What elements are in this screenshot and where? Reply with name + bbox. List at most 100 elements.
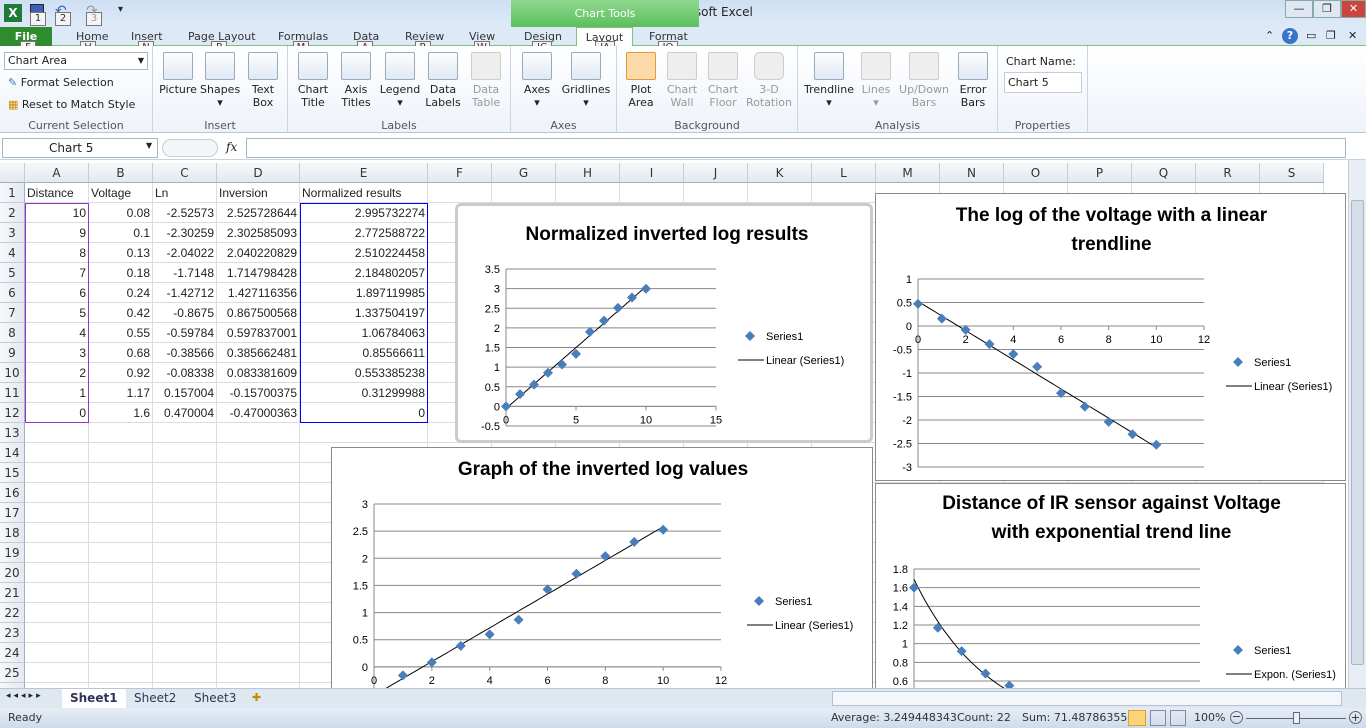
sheet-tab-sheet1[interactable]: Sheet1 [62,689,126,708]
workbook-minimize-icon[interactable]: ▭ [1306,29,1316,42]
zoom-out-button[interactable]: − [1230,711,1243,724]
cell[interactable] [492,183,556,203]
cell[interactable] [25,523,89,543]
cell[interactable] [153,423,217,443]
cell[interactable] [217,443,300,463]
cell[interactable] [25,603,89,623]
cell[interactable] [89,643,153,663]
cell[interactable] [25,443,89,463]
cell-B5[interactable]: 0.18 [89,263,153,283]
cell[interactable] [25,643,89,663]
row-header[interactable]: 17 [0,503,25,523]
row-header[interactable]: 11 [0,383,25,403]
vertical-scrollbar[interactable] [1348,160,1366,688]
column-header-D[interactable]: D [217,163,300,183]
cell-D6[interactable]: 1.427116356 [217,283,300,303]
cell[interactable] [25,423,89,443]
cell[interactable] [217,623,300,643]
row-header[interactable]: 16 [0,483,25,503]
insert-function-icon[interactable]: fx [226,140,237,154]
column-header-H[interactable]: H [556,163,620,183]
cell[interactable] [748,183,812,203]
cell-B1[interactable]: Voltage [89,183,153,203]
column-header-C[interactable]: C [153,163,217,183]
column-header-M[interactable]: M [876,163,940,183]
gridlines-button[interactable]: Gridlines ▾ [559,52,613,109]
cell[interactable] [25,503,89,523]
axis-titles-button[interactable]: Axis Titles [336,52,376,109]
row-header[interactable]: 21 [0,583,25,603]
3d-rotation-button[interactable]: 3-D Rotation [744,52,794,109]
column-header-E[interactable]: E [300,163,428,183]
row-header[interactable]: 20 [0,563,25,583]
zoom-in-button[interactable]: + [1349,711,1362,724]
cell[interactable] [89,583,153,603]
cell[interactable] [25,543,89,563]
row-header[interactable]: 2 [0,203,25,223]
cell[interactable] [25,483,89,503]
cell[interactable] [153,603,217,623]
chart-2[interactable]: Graph of the inverted log values-0.500.5… [331,447,873,688]
chart-1[interactable]: Normalized inverted log results -0.5 0 0.5 1… [455,203,873,443]
cell[interactable] [153,443,217,463]
cell[interactable] [153,663,217,683]
cell-C11[interactable]: 0.157004 [153,383,217,403]
row-header[interactable]: 7 [0,303,25,323]
error-bars-button[interactable]: Error Bars [953,52,993,109]
cell-C4[interactable]: -2.04022 [153,243,217,263]
normal-view-icon[interactable] [1128,710,1146,726]
chart-name-input[interactable]: Chart 5 [1004,72,1082,93]
cell-B2[interactable]: 0.08 [89,203,153,223]
legend-button[interactable]: Legend ▾ [378,52,422,109]
name-box[interactable]: Chart 5 [2,138,158,158]
cell[interactable] [89,563,153,583]
cell[interactable] [217,643,300,663]
cell-D5[interactable]: 1.714798428 [217,263,300,283]
cell[interactable] [153,523,217,543]
cell-B11[interactable]: 1.17 [89,383,153,403]
cell[interactable] [89,623,153,643]
cell[interactable] [89,423,153,443]
cell-B7[interactable]: 0.42 [89,303,153,323]
column-header-G[interactable]: G [492,163,556,183]
row-header[interactable]: 4 [0,243,25,263]
column-header-N[interactable]: N [940,163,1004,183]
cell[interactable] [89,663,153,683]
cell-D8[interactable]: 0.597837001 [217,323,300,343]
cell-E1[interactable]: Normalized results [300,183,428,203]
plot-area-button[interactable]: Plot Area [621,52,661,109]
cell-D2[interactable]: 2.525728644 [217,203,300,223]
cell[interactable] [556,183,620,203]
row-header[interactable]: 14 [0,443,25,463]
cell[interactable] [89,503,153,523]
cell-C9[interactable]: -0.38566 [153,343,217,363]
cell-D9[interactable]: 0.385662481 [217,343,300,363]
workbook-close-icon[interactable]: ✕ [1348,29,1357,42]
row-header[interactable]: 8 [0,323,25,343]
up-down-bars-button[interactable]: Up/Down Bars [896,52,952,109]
minimize-ribbon-icon[interactable]: ⌃ [1265,29,1274,42]
column-header-F[interactable]: F [428,163,492,183]
cell-C2[interactable]: -2.52573 [153,203,217,223]
cell-B12[interactable]: 1.6 [89,403,153,423]
cell[interactable] [217,583,300,603]
column-header-Q[interactable]: Q [1132,163,1196,183]
cell[interactable] [153,583,217,603]
cell[interactable] [153,543,217,563]
chart-elements-dropdown[interactable]: Chart Area ▼ [4,52,148,70]
row-header[interactable]: 9 [0,343,25,363]
page-layout-view-icon[interactable] [1150,710,1166,726]
cell-C8[interactable]: -0.59784 [153,323,217,343]
cell[interactable] [89,603,153,623]
axes-button[interactable]: Axes ▾ [517,52,557,109]
cell-C7[interactable]: -0.8675 [153,303,217,323]
column-header-R[interactable]: R [1196,163,1260,183]
cell[interactable] [25,623,89,643]
row-header[interactable]: 6 [0,283,25,303]
row-header[interactable]: 5 [0,263,25,283]
row-header[interactable]: 18 [0,523,25,543]
column-header-K[interactable]: K [748,163,812,183]
cell[interactable] [217,543,300,563]
reset-to-match-style-button[interactable]: ▦ Reset to Match Style [8,98,135,111]
chevron-down-icon[interactable]: ▼ [146,141,152,150]
